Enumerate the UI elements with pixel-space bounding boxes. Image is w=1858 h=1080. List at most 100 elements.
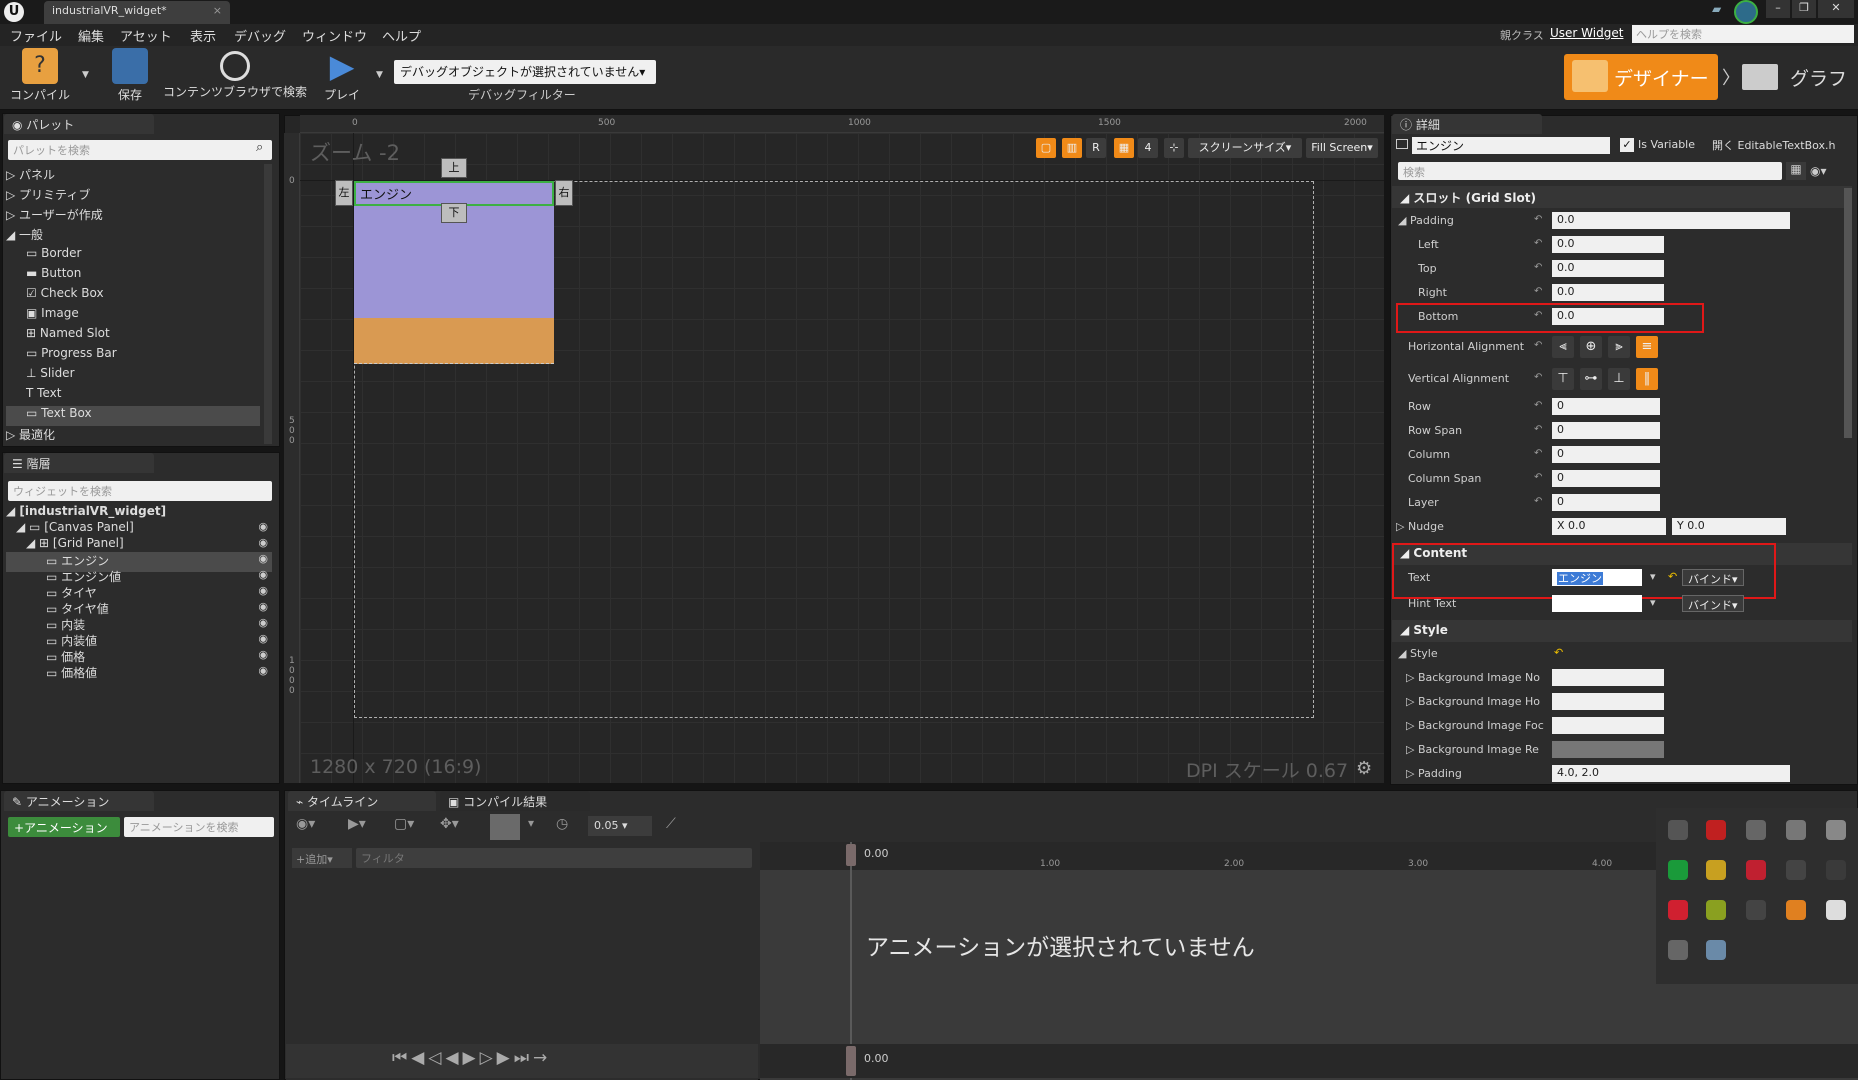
tray-app-icon[interactable] — [1706, 860, 1726, 880]
play-dropdown-icon[interactable]: ▼ — [376, 70, 383, 80]
row-field[interactable]: 0 — [1552, 398, 1660, 415]
discord-icon[interactable] — [1668, 940, 1688, 960]
time-snap-select[interactable]: 0.05 ▾ — [588, 816, 652, 836]
add-animation-button[interactable]: +アニメーション — [8, 817, 120, 837]
eye-icon[interactable]: ◉ — [258, 616, 268, 629]
tray-app-icon[interactable] — [1746, 820, 1766, 840]
open-source-link[interactable]: 開く EditableTextBox.h — [1712, 137, 1836, 153]
grid-snap-icon[interactable]: ▦ — [1114, 138, 1134, 158]
playhead-bottom-handle[interactable] — [846, 1046, 856, 1076]
palette-category[interactable]: ▷ 最適化 — [6, 426, 55, 446]
reset-icon[interactable]: ↶ — [1534, 372, 1542, 383]
tray-app-icon[interactable] — [1826, 900, 1846, 920]
details-scrollbar[interactable] — [1844, 188, 1852, 438]
anchor-top-button[interactable]: 上 — [441, 158, 467, 178]
palette-category[interactable]: ◢ 一般 — [6, 226, 43, 246]
is-variable-checkbox[interactable]: ✓ — [1620, 138, 1634, 152]
hint-dropdown-icon[interactable]: ▾ — [1650, 596, 1656, 609]
align-top-icon[interactable]: ⊤ — [1552, 368, 1574, 390]
bg-hover-swatch[interactable] — [1552, 693, 1664, 710]
menu-edit[interactable]: 編集 — [78, 26, 104, 45]
hint-bind-dropdown[interactable]: バインド▾ — [1682, 595, 1744, 612]
resize-icon[interactable]: ⊹ — [1164, 138, 1184, 158]
compile-button[interactable]: ? コンパイル — [4, 48, 76, 106]
reset-icon[interactable]: ↶ — [1534, 472, 1542, 483]
parent-class-link[interactable]: User Widget — [1550, 26, 1623, 40]
palette-item-button[interactable]: ▬ Button — [26, 266, 260, 286]
padding-top-field[interactable]: 0.0 — [1552, 260, 1664, 277]
reset-icon[interactable]: ↶ — [1534, 286, 1542, 297]
maximize-icon[interactable]: ❐ — [1792, 0, 1816, 18]
animation-tab[interactable]: ✎ アニメーション — [4, 791, 154, 811]
hint-text-field[interactable] — [1552, 595, 1642, 612]
align-left-icon[interactable]: ⫷ — [1552, 336, 1574, 358]
timeline-tab[interactable]: ⌁ タイムライン — [288, 791, 436, 811]
palette-item-text-box[interactable]: ▭ Text Box — [6, 406, 260, 426]
anchor-bottom-button[interactable]: 下 — [441, 203, 467, 223]
document-tab[interactable]: industrialVR_widget* × — [44, 1, 230, 24]
outline-toggle-icon[interactable]: ▢ — [1036, 138, 1056, 158]
transform-icon[interactable]: ✥▾ — [440, 816, 459, 832]
minimize-icon[interactable]: – — [1766, 0, 1790, 18]
eye-icon[interactable]: ◉ — [258, 648, 268, 661]
compile-dropdown-icon[interactable]: ▼ — [82, 70, 89, 80]
close-tab-icon[interactable]: × — [213, 4, 222, 17]
style-padding-field[interactable]: 4.0, 2.0 — [1552, 765, 1790, 782]
play-button[interactable]: ▶ プレイ — [318, 48, 366, 106]
palette-search-input[interactable]: パレットを検索 — [8, 140, 272, 160]
tray-app-icon[interactable] — [1706, 900, 1726, 920]
palette-item-border[interactable]: ▭ Border — [26, 246, 260, 266]
help-search-input[interactable]: ヘルプを検索 — [1632, 25, 1854, 43]
tray-app-icon[interactable] — [1668, 820, 1688, 840]
eye-icon[interactable]: ◉ — [258, 520, 268, 533]
transport-controls-icon[interactable]: ⏮◀◁◀▶▷▶⏭→ — [392, 1048, 551, 1068]
padding-field[interactable]: 0.0 — [1552, 212, 1790, 229]
align-right-icon[interactable]: ⫸ — [1608, 336, 1630, 358]
tray-app-icon[interactable] — [1786, 900, 1806, 920]
reset-icon[interactable]: ↶ — [1534, 214, 1542, 225]
eye-icon[interactable]: ◉▾ — [296, 816, 315, 832]
bg-readonly-swatch[interactable] — [1552, 741, 1664, 758]
menu-asset[interactable]: アセット — [120, 26, 172, 45]
tray-app-icon[interactable] — [1706, 940, 1726, 960]
widget-name-input[interactable]: エンジン — [1412, 137, 1610, 154]
menu-help[interactable]: ヘルプ — [382, 26, 421, 45]
respect-locks-button[interactable]: R — [1086, 138, 1106, 158]
palette-scrollbar[interactable] — [264, 164, 272, 444]
compile-results-tab[interactable]: ▣ コンパイル結果 — [440, 791, 590, 811]
reset-icon[interactable]: ↶ — [1534, 424, 1542, 435]
align-fill-v-icon[interactable]: ‖ — [1636, 368, 1658, 390]
reset-icon[interactable]: ↶ — [1534, 496, 1542, 507]
palette-item-text[interactable]: T Text — [26, 386, 260, 406]
feedback-icon[interactable]: ▰ — [1712, 2, 1732, 20]
layer-field[interactable]: 0 — [1552, 494, 1660, 511]
reset-icon[interactable]: ↶ — [1554, 646, 1563, 659]
eye-icon[interactable]: ◉ — [258, 664, 268, 677]
padding-right-field[interactable]: 0.0 — [1552, 284, 1664, 301]
nudge-x-field[interactable]: X 0.0 — [1552, 518, 1666, 535]
grid-size-value[interactable]: 4 — [1138, 138, 1158, 158]
slot-section-header[interactable]: ◢ スロット (Grid Slot) — [1392, 186, 1852, 208]
align-center-h-icon[interactable]: ⊕ — [1580, 336, 1602, 358]
tray-app-icon[interactable] — [1706, 820, 1726, 840]
palette-tab[interactable]: ◉ パレット — [4, 114, 154, 134]
tray-app-icon[interactable] — [1786, 860, 1806, 880]
palette-category[interactable]: ▷ プリミティブ — [6, 186, 90, 206]
track-filter-input[interactable]: フィルタ — [356, 848, 752, 868]
palette-category[interactable]: ▷ ユーザーが作成 — [6, 206, 103, 226]
align-center-v-icon[interactable]: ⊶ — [1580, 368, 1602, 390]
grid-panel-widget-lower[interactable] — [354, 318, 554, 364]
reset-icon[interactable]: ↶ — [1534, 238, 1542, 249]
bg-focus-swatch[interactable] — [1552, 717, 1664, 734]
browse-button[interactable]: コンテンツブラウザで検索 — [160, 48, 310, 106]
tray-app-icon[interactable] — [1826, 860, 1846, 880]
eye-icon[interactable]: ◉ — [258, 584, 268, 597]
reset-icon[interactable]: ↶ — [1534, 262, 1542, 273]
widget-search-input[interactable]: ウィジェットを検索 — [8, 481, 272, 501]
padding-left-field[interactable]: 0.0 — [1552, 236, 1664, 253]
tray-app-icon[interactable] — [1786, 820, 1806, 840]
hierarchy-item[interactable]: ▭ 価格値 ◉ — [46, 664, 272, 684]
hierarchy-tab[interactable]: ☰ 階層 — [4, 453, 154, 473]
tray-app-icon[interactable] — [1668, 900, 1688, 920]
tray-app-icon[interactable] — [1668, 860, 1688, 880]
